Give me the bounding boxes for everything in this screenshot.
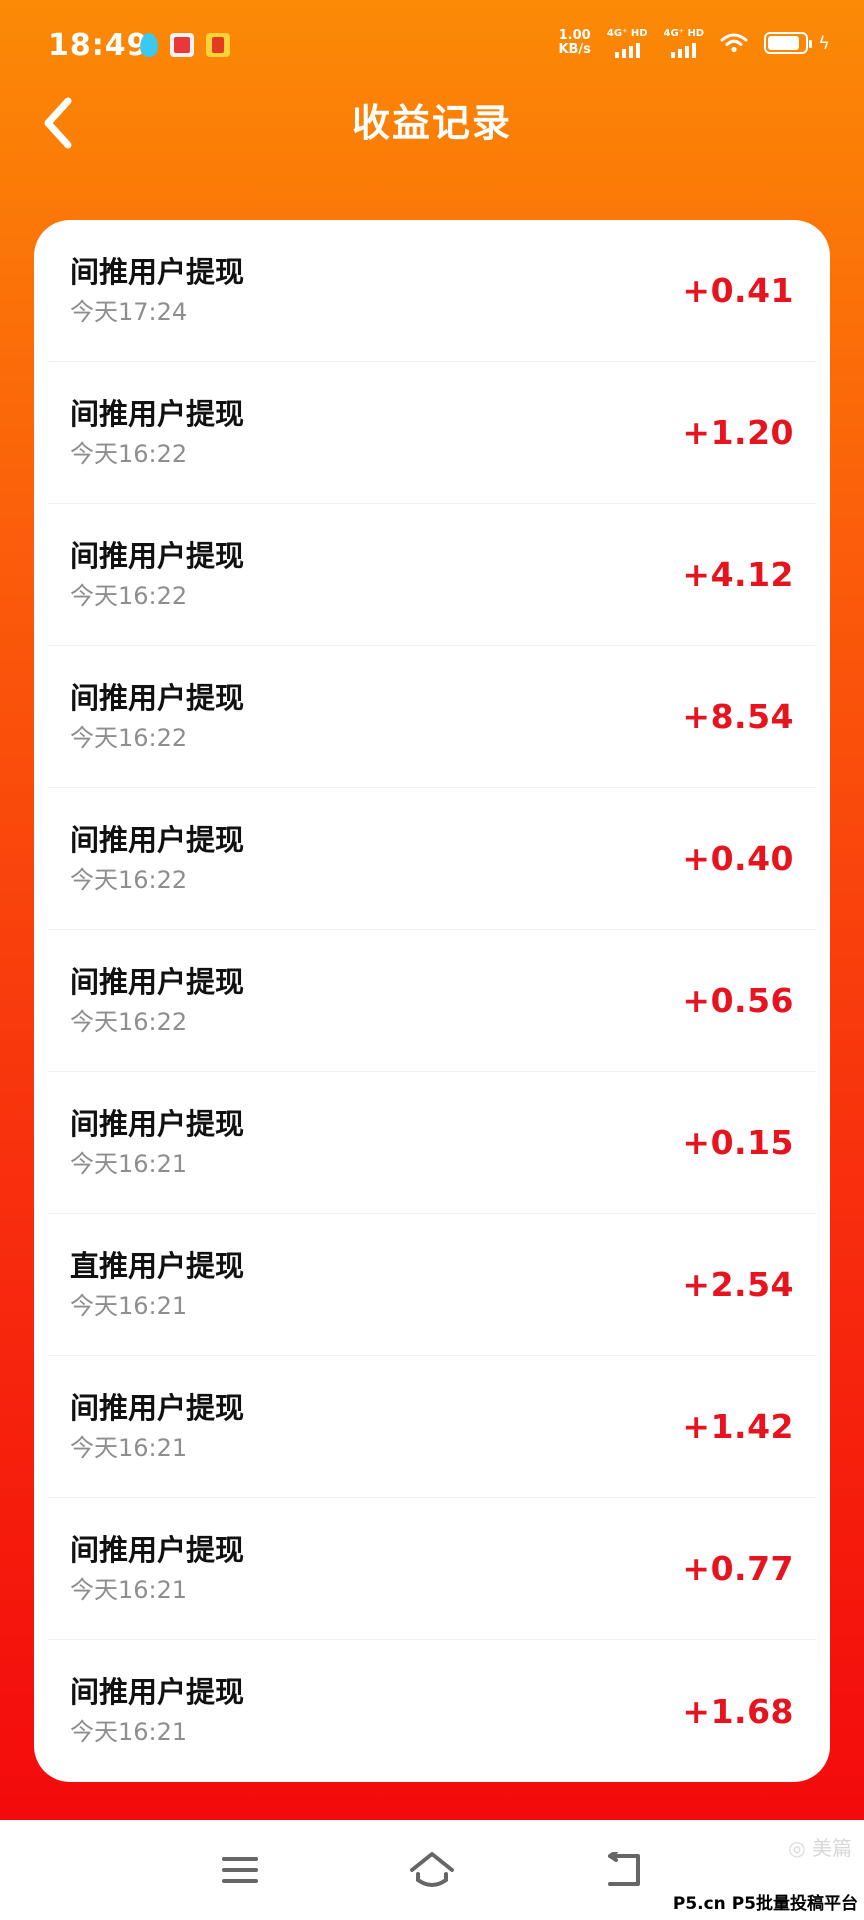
record-time: 今天16:22 xyxy=(70,581,188,610)
status-time: 18:49 xyxy=(48,28,149,63)
record-time: 今天16:22 xyxy=(70,439,188,468)
page-title: 收益记录 xyxy=(351,101,512,145)
record-title: 间推用户提现 xyxy=(70,1532,245,1567)
sim2-signal: 4G⁺ HD xyxy=(663,28,705,58)
network-speed-value: 1.00 xyxy=(558,28,591,43)
sim1-label: 4G⁺ HD xyxy=(606,28,648,39)
water-drop-icon xyxy=(140,33,158,57)
record-time: 今天16:22 xyxy=(70,865,188,894)
back-icon xyxy=(608,1852,640,1886)
record-amount: +0.15 xyxy=(682,1123,794,1162)
nav-menu-button[interactable] xyxy=(210,1842,270,1898)
record-title: 间推用户提现 xyxy=(70,822,245,857)
watermark-logo-text: 美篇 xyxy=(812,1836,852,1860)
record-row[interactable]: 间推用户提现 今天17:24 +0.41 xyxy=(48,220,816,362)
record-amount: +2.54 xyxy=(682,1265,794,1304)
record-amount: +1.20 xyxy=(682,413,794,452)
status-right-group: 1.00 KB/s 4G⁺ HD 4G⁺ HD ϟ xyxy=(558,28,830,58)
record-title: 间推用户提现 xyxy=(70,538,245,573)
network-speed-unit: KB/s xyxy=(558,42,591,57)
record-row[interactable]: 间推用户提现 今天16:22 +4.12 xyxy=(48,504,816,646)
sim1-signal: 4G⁺ HD xyxy=(607,28,648,58)
record-amount: +8.54 xyxy=(682,697,794,736)
record-title: 间推用户提现 xyxy=(70,1106,245,1141)
record-title: 间推用户提现 xyxy=(70,396,245,431)
status-bar: 18:49 1.00 KB/s 4G⁺ HD 4G⁺ HD ϟ xyxy=(0,0,864,96)
record-row[interactable]: 间推用户提现 今天16:22 +1.20 xyxy=(48,362,816,504)
record-title: 间推用户提现 xyxy=(70,964,245,999)
record-time: 今天16:21 xyxy=(70,1433,188,1462)
charging-icon: ϟ xyxy=(818,32,830,54)
watermark-logo: ◎ 美篇 xyxy=(788,1836,852,1860)
system-nav-bar: ◎ 美篇 P5.cn P5批量投稿平台 xyxy=(0,1820,864,1920)
record-row[interactable]: 间推用户提现 今天16:21 +1.68 xyxy=(48,1640,816,1782)
record-amount: +1.42 xyxy=(682,1407,794,1446)
wifi-icon xyxy=(720,33,748,53)
home-icon xyxy=(410,1852,454,1887)
battery-fill xyxy=(768,36,799,50)
watermark-text: P5.cn P5批量投稿平台 xyxy=(672,1894,858,1914)
battery-icon xyxy=(764,32,813,54)
earnings-record-list: 间推用户提现 今天17:24 +0.41 间推用户提现 今天16:22 +1.2… xyxy=(34,220,830,1782)
record-time: 今天16:21 xyxy=(70,1291,188,1320)
record-amount: +0.77 xyxy=(682,1549,794,1588)
record-time: 今天17:24 xyxy=(70,297,188,326)
record-title: 间推用户提现 xyxy=(70,1390,245,1425)
nav-back-button[interactable] xyxy=(594,1842,654,1898)
record-time: 今天16:21 xyxy=(70,1149,188,1178)
menu-icon xyxy=(222,1857,258,1883)
record-time: 今天16:22 xyxy=(70,1007,188,1036)
nav-home-button[interactable] xyxy=(402,1842,462,1898)
record-time: 今天16:21 xyxy=(70,1575,188,1604)
record-row[interactable]: 间推用户提现 今天16:21 +0.77 xyxy=(48,1498,816,1640)
record-row[interactable]: 间推用户提现 今天16:21 +0.15 xyxy=(48,1072,816,1214)
record-time: 今天16:21 xyxy=(70,1718,188,1746)
record-amount: +4.12 xyxy=(682,555,794,594)
record-row[interactable]: 间推用户提现 今天16:22 +0.56 xyxy=(48,930,816,1072)
record-amount: +0.40 xyxy=(682,839,794,878)
record-title: 间推用户提现 xyxy=(70,254,245,289)
record-title: 间推用户提现 xyxy=(70,1675,245,1709)
app-notification-icon xyxy=(206,33,230,57)
record-amount: +0.56 xyxy=(682,981,794,1020)
record-amount: +1.68 xyxy=(682,1691,794,1731)
record-row[interactable]: 直推用户提现 今天16:21 +2.54 xyxy=(48,1214,816,1356)
record-title: 间推用户提现 xyxy=(70,680,245,715)
signal-bars-icon xyxy=(614,42,640,58)
sim2-label: 4G⁺ HD xyxy=(663,28,705,39)
network-speed: 1.00 KB/s xyxy=(558,29,590,57)
app-notification-icon xyxy=(170,33,194,57)
record-row[interactable]: 间推用户提现 今天16:22 +0.40 xyxy=(48,788,816,930)
signal-bars-icon xyxy=(671,42,697,58)
record-row[interactable]: 间推用户提现 今天16:21 +1.42 xyxy=(48,1356,816,1498)
record-title: 直推用户提现 xyxy=(70,1248,245,1283)
notification-icons xyxy=(140,33,230,57)
record-time: 今天16:22 xyxy=(70,723,188,752)
record-row[interactable]: 间推用户提现 今天16:22 +8.54 xyxy=(48,646,816,788)
record-amount: +0.41 xyxy=(682,271,794,310)
